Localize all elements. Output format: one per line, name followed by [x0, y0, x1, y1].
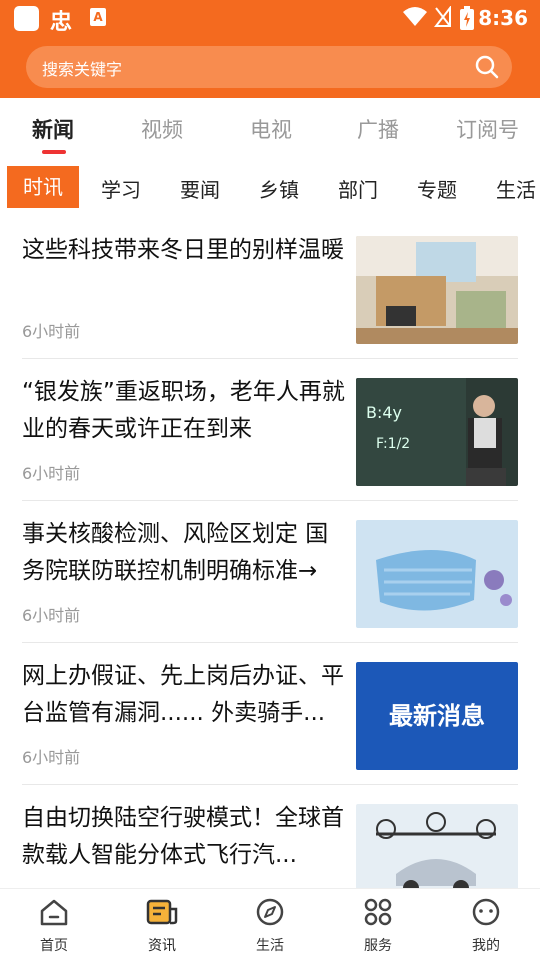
news-thumbnail: [356, 520, 518, 628]
news-title: 网上办假证、先上岗后办证、平台监管有漏洞...... 外卖骑手...: [22, 663, 344, 726]
battery-icon: [460, 6, 474, 30]
news-item[interactable]: “银发族”重返职场，老年人再就业的春天或许正在到来 6小时前 B:4y F:1/…: [22, 358, 518, 501]
category-bar: 时讯 学习 要闻 乡镇 部门 专题 生活: [0, 160, 540, 216]
nav-life[interactable]: 生活: [234, 897, 306, 955]
category-xuexi[interactable]: 学习: [101, 174, 141, 203]
tab-subscriptions[interactable]: 订阅号: [456, 114, 519, 144]
app-glyph-icon: 忠: [50, 10, 73, 35]
home-icon: [40, 899, 68, 926]
grid-icon: [364, 898, 392, 926]
news-title: 这些科技带来冬日里的别样温暖: [22, 237, 344, 263]
news-thumbnail: 最新消息: [356, 662, 518, 770]
news-item[interactable]: 网上办假证、先上岗后办证、平台监管有漏洞...... 外卖骑手... 6小时前 …: [22, 642, 518, 785]
category-yaowen[interactable]: 要闻: [180, 174, 220, 203]
news-title: 自由切换陆空行驶模式！全球首款载人智能分体式飞行汽...: [22, 805, 344, 868]
compass-icon: [256, 898, 284, 926]
tab-tv[interactable]: 电视: [250, 114, 292, 144]
news-icon: [146, 899, 178, 925]
app-header: 忠 A 8:36 搜索关键字: [0, 0, 540, 98]
search-bar[interactable]: 搜索关键字: [26, 46, 512, 88]
bottom-navigation: 首页 资讯 生活 服务 我的: [0, 888, 540, 961]
nav-profile-label: 我的: [472, 938, 500, 954]
status-bar: 忠 A 8:36: [0, 0, 540, 36]
news-thumbnail: B:4y F:1/2: [356, 378, 518, 486]
active-tab-indicator: [42, 150, 66, 154]
tab-news[interactable]: 新闻: [32, 114, 74, 144]
nav-home-label: 首页: [40, 938, 68, 954]
category-xiangzhen[interactable]: 乡镇: [259, 174, 299, 203]
clock: 8:36: [478, 6, 528, 30]
news-item[interactable]: 事关核酸检测、风险区划定 国务院联防联控机制明确标准→ 6小时前: [22, 500, 518, 643]
search-icon[interactable]: [474, 54, 500, 80]
svg-text:F:1/2: F:1/2: [376, 436, 410, 452]
profile-icon: [472, 898, 500, 926]
tab-radio[interactable]: 广播: [357, 114, 399, 144]
news-time: 6小时前: [22, 322, 81, 341]
no-signal-icon: [434, 6, 451, 27]
news-time: 6小时前: [22, 748, 81, 767]
news-thumbnail: [356, 236, 518, 344]
news-time: 6小时前: [22, 464, 81, 483]
news-title: 事关核酸检测、风险区划定 国务院联防联控机制明确标准→: [22, 521, 329, 584]
category-bumen[interactable]: 部门: [338, 174, 378, 203]
app-letter-icon: A: [90, 8, 106, 26]
category-zhuanti[interactable]: 专题: [417, 174, 457, 203]
wifi-icon: [403, 7, 427, 26]
search-placeholder: 搜索关键字: [42, 60, 123, 79]
notification-icon: [14, 6, 39, 31]
nav-life-label: 生活: [256, 938, 284, 954]
nav-services-label: 服务: [364, 938, 392, 954]
nav-home[interactable]: 首页: [18, 897, 90, 955]
nav-news[interactable]: 资讯: [126, 897, 198, 955]
top-tabs: 新闻 视频 电视 广播 订阅号: [0, 98, 540, 160]
news-time: 6小时前: [22, 606, 81, 625]
news-item[interactable]: 这些科技带来冬日里的别样温暖 6小时前: [22, 216, 518, 359]
svg-text:B:4y: B:4y: [366, 403, 402, 422]
category-shixun[interactable]: 时讯: [7, 166, 79, 208]
latest-news-banner-text: 最新消息: [389, 701, 485, 730]
nav-services[interactable]: 服务: [342, 897, 414, 955]
nav-profile[interactable]: 我的: [450, 897, 522, 955]
nav-news-label: 资讯: [148, 938, 176, 954]
tab-video[interactable]: 视频: [141, 114, 183, 144]
category-shenghuo[interactable]: 生活: [496, 174, 536, 203]
news-title: “银发族”重返职场，老年人再就业的春天或许正在到来: [22, 379, 345, 442]
